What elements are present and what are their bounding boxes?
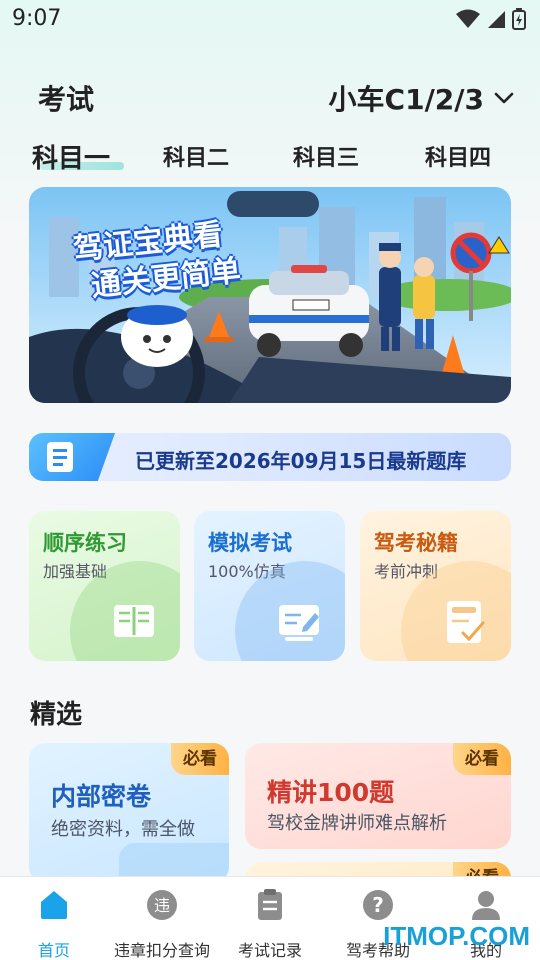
- home-icon: [41, 891, 67, 919]
- pick-card-title: 精讲100题: [267, 778, 395, 807]
- must-see-badge: 必看: [171, 743, 229, 775]
- car-type-label: 小车C1/2/3: [328, 83, 484, 116]
- key-100-questions-card[interactable]: 必看 精讲100题 驾校金牌讲师难点解析: [245, 743, 511, 849]
- watermark: ITMOP.COM: [383, 921, 530, 951]
- tabbar-label: 考试记录: [237, 941, 302, 960]
- status-icons: [456, 8, 526, 30]
- user-icon: [472, 891, 500, 920]
- status-bar: 9:07: [0, 0, 540, 38]
- tabbar-label: 违章扣分查询: [113, 941, 210, 960]
- car-type-selector[interactable]: 小车C1/2/3: [329, 78, 514, 118]
- header: 考试 小车C1/2/3: [0, 78, 540, 118]
- svg-text:?: ?: [372, 893, 384, 917]
- violation-icon: 违: [147, 890, 177, 920]
- wifi-icon: [456, 9, 480, 28]
- update-notice-text: 已更新至2026年09月15日最新题库: [135, 449, 467, 473]
- tab-subject-2[interactable]: 科目二: [163, 140, 229, 172]
- tabbar-label: 首页: [37, 941, 70, 960]
- document-icon: [47, 442, 73, 472]
- pick-card-subtitle: 绝密资料，需全做: [51, 819, 195, 840]
- must-see-badge: 必看: [453, 743, 511, 775]
- subject-tabs: 科目一 科目二 科目三 科目四: [0, 140, 540, 180]
- promo-banner[interactable]: 驾证宝典看 通关更简单: [29, 187, 511, 403]
- internal-exam-card[interactable]: 必看 内部密卷 绝密资料，需全做: [29, 743, 229, 883]
- feature-title: 模拟考试: [208, 531, 292, 555]
- chevron-down-icon: [494, 92, 514, 104]
- book-icon: [114, 605, 154, 637]
- tab-subject-3[interactable]: 科目三: [293, 140, 359, 172]
- secret-book-icon: [447, 601, 485, 643]
- signal-icon: [488, 11, 505, 28]
- featured-section-title: 精选: [30, 700, 83, 730]
- pick-card-title: 内部密卷: [51, 782, 152, 811]
- exam-secrets-card[interactable]: 驾考秘籍 考前冲刺: [360, 511, 511, 661]
- tab-subject-1[interactable]: 科目一: [32, 138, 110, 175]
- sequential-practice-card[interactable]: 顺序练习 加强基础: [29, 511, 180, 661]
- feature-title: 顺序练习: [43, 531, 127, 555]
- exam-edit-icon: [279, 605, 319, 641]
- status-time: 9:07: [12, 6, 62, 31]
- pick-card-subtitle: 驾校金牌讲师难点解析: [267, 813, 447, 834]
- clipboard-icon: [258, 889, 282, 920]
- page-title: 考试: [38, 83, 95, 116]
- mock-exam-card[interactable]: 模拟考试 100%仿真: [194, 511, 345, 661]
- tabbar-item-violation[interactable]: 违 违章扣分查询: [108, 887, 216, 960]
- svg-text:违: 违: [154, 896, 170, 915]
- tabbar-item-home[interactable]: 首页: [0, 887, 108, 960]
- tab-subject-4[interactable]: 科目四: [425, 140, 491, 172]
- question-bank-update-notice[interactable]: 已更新至2026年09月15日最新题库: [29, 433, 511, 481]
- battery-icon: [512, 8, 526, 30]
- help-icon: ?: [363, 890, 393, 920]
- feature-title: 驾考秘籍: [374, 531, 458, 555]
- tabbar-item-exam-records[interactable]: 考试记录: [216, 887, 324, 960]
